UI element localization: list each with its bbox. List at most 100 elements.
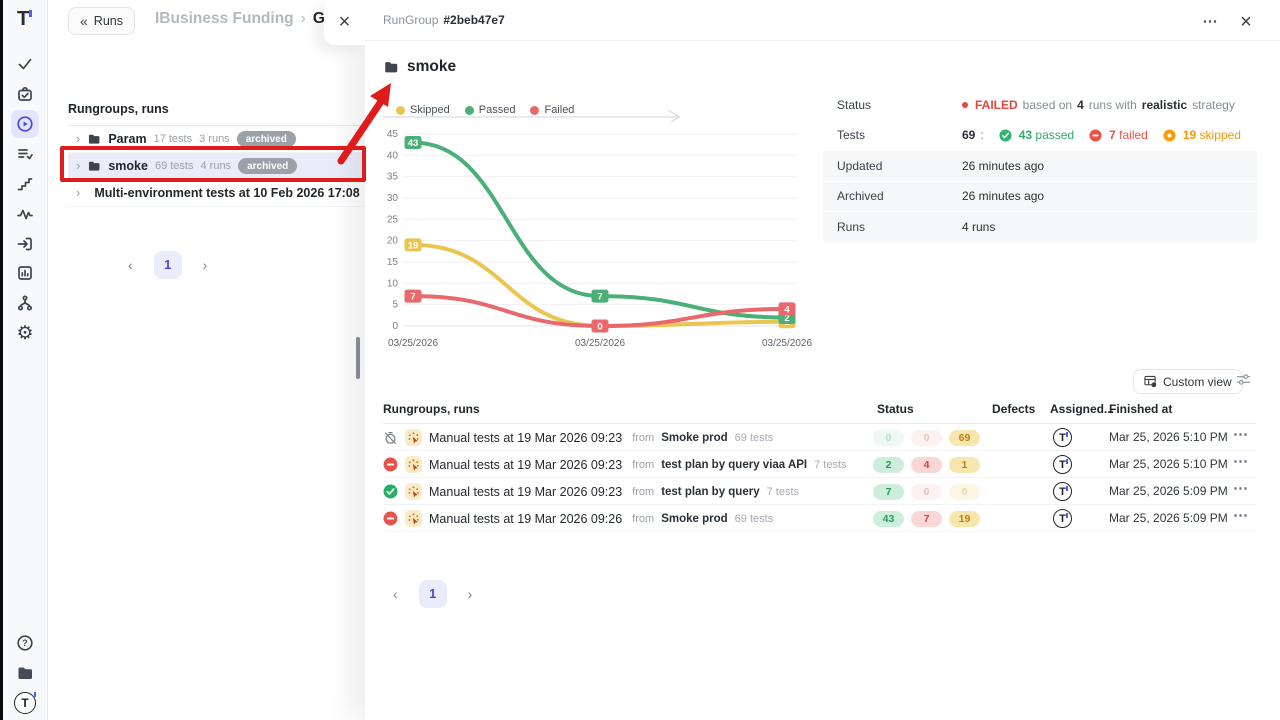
row-menu-icon[interactable] [1233,479,1248,498]
breadcrumb: IBusiness Funding›Gro [155,10,340,28]
analytics-icon[interactable] [11,259,39,287]
skipped-pill: 1 [949,457,980,474]
steps-icon[interactable] [11,170,39,198]
drawer-menu-button[interactable] [1198,9,1222,33]
run-row[interactable]: Manual tests at 19 Mar 2026 09:23 from t… [383,451,1256,478]
finished-at: Mar 25, 2026 5:09 PM [1109,511,1228,525]
page-number[interactable]: 1 [154,251,182,279]
custom-view-button[interactable]: Custom view [1133,369,1243,394]
failed-pill: 7 [911,511,942,528]
svg-text:20: 20 [387,236,399,247]
back-to-runs-button[interactable]: Runs [68,7,135,35]
svg-text:40: 40 [387,150,399,161]
rungroup-tests: 69 tests [155,160,194,172]
left-pagination: 1 [124,251,211,279]
skipped-dot-icon [1163,129,1176,142]
page-number[interactable]: 1 [419,580,447,608]
row-menu-icon[interactable] [1233,506,1248,525]
skipped-pill: 69 [949,430,980,447]
projects-folder-icon[interactable] [11,659,39,687]
skipped-pill: 19 [949,511,980,528]
chevron-right-icon[interactable] [76,130,80,148]
filter-sliders-icon[interactable] [1236,372,1251,392]
manual-run-icon [405,429,422,446]
list-item-param[interactable]: Param 17 tests 3 runs archived [68,126,365,153]
drawer-pagination: 1 [389,580,476,608]
drawer-header: RunGroup #2beb47e7 [365,0,1280,41]
failed-pill: 4 [911,457,942,474]
svg-text:03/25/2026: 03/25/2026 [575,338,625,349]
svg-text:7: 7 [597,292,602,303]
legend-item-failed[interactable]: Failed [530,104,574,116]
archived-badge: archived [238,158,297,174]
next-page-icon[interactable] [464,582,477,606]
prev-page-icon[interactable] [124,253,137,277]
finished-at: Mar 25, 2026 5:10 PM [1109,457,1228,471]
svg-text:03/25/2026: 03/25/2026 [762,338,812,349]
row-menu-icon[interactable] [1233,452,1248,471]
run-row[interactable]: Manual tests at 19 Mar 2026 09:23 from S… [383,424,1256,451]
branches-icon[interactable] [11,289,39,317]
folder-icon [87,159,101,173]
drawer-close-button[interactable] [1234,10,1258,34]
runs-value: 4 runs [962,220,995,234]
failed-minus-icon [1089,129,1102,142]
svg-text:7: 7 [410,292,415,303]
chevron-right-icon[interactable] [76,157,80,175]
failed-pill: 0 [911,484,942,501]
check-icon[interactable] [11,50,39,78]
assignee-avatar: T [1053,509,1072,528]
scrollbar-thumb[interactable] [356,337,360,379]
legend-item-skipped[interactable]: Skipped [396,104,450,116]
assignee-avatar: T [1053,428,1072,447]
passed-pill: 2 [873,457,904,474]
breadcrumb-project[interactable]: IBusiness Funding [155,10,294,27]
status-value: FAILED [975,98,1018,112]
account-avatar[interactable]: T [11,689,39,717]
svg-text:30: 30 [387,193,399,204]
prev-page-icon[interactable] [389,582,402,606]
failed-status-icon [383,511,398,526]
tests-total: 69 [962,128,975,142]
failed-dot-icon [962,102,968,108]
tasks-icon[interactable] [11,80,39,108]
help-icon[interactable]: ? [11,629,39,657]
run-trend-chart: 05101520253035404503/25/202603/25/202603… [377,126,817,359]
archived-value: 26 minutes ago [962,189,1044,203]
legend-dot [465,106,474,115]
manual-run-icon [405,456,422,473]
detail-row-tests: Tests 69 : 43 passed 7 failed 19 skipped [823,121,1257,152]
list-item-multi-environment[interactable]: Multi-environment tests at 10 Feb 2026 1… [68,180,365,207]
rungroup-name: Param [108,132,146,146]
chevron-right-icon[interactable] [76,184,80,202]
failed-status-icon [383,457,398,472]
list-item-smoke[interactable]: smoke 69 tests 4 runs archived [68,153,365,180]
table-gear-icon [1144,375,1157,388]
runs-play-icon[interactable] [11,110,39,138]
run-row[interactable]: Manual tests at 19 Mar 2026 09:23 from t… [383,478,1256,505]
drawer-close-tab[interactable] [324,0,365,45]
manual-run-icon [405,510,422,527]
breadcrumb-separator: › [301,10,306,27]
run-row[interactable]: Manual tests at 19 Mar 2026 09:26 from S… [383,505,1256,532]
passed-pill: 0 [873,430,904,447]
updated-value: 26 minutes ago [962,159,1044,173]
legend-item-passed[interactable]: Passed [465,104,516,116]
finished-at: Mar 25, 2026 5:09 PM [1109,484,1228,498]
import-icon[interactable] [11,230,39,258]
close-icon [339,12,351,33]
main-panel: Runs IBusiness Funding›Gro Rungroups, ru… [48,0,365,720]
pulse-icon[interactable] [11,200,39,228]
runs-table-header: Rungroups, runs Status Defects Assigned.… [383,398,1256,424]
test-plans-icon[interactable] [11,140,39,168]
next-page-icon[interactable] [199,253,212,277]
assignee-avatar: T [1053,455,1072,474]
passed-pill: 43 [873,511,904,528]
row-menu-icon[interactable] [1233,425,1248,444]
manual-run-icon [405,483,422,500]
rungroup-tests: 17 tests [154,133,193,145]
settings-gear-icon[interactable]: ⚙ [11,319,39,347]
rungroup-runs: 3 runs [199,133,230,145]
app-logo[interactable]: T [17,8,29,31]
legend-dot [530,106,539,115]
